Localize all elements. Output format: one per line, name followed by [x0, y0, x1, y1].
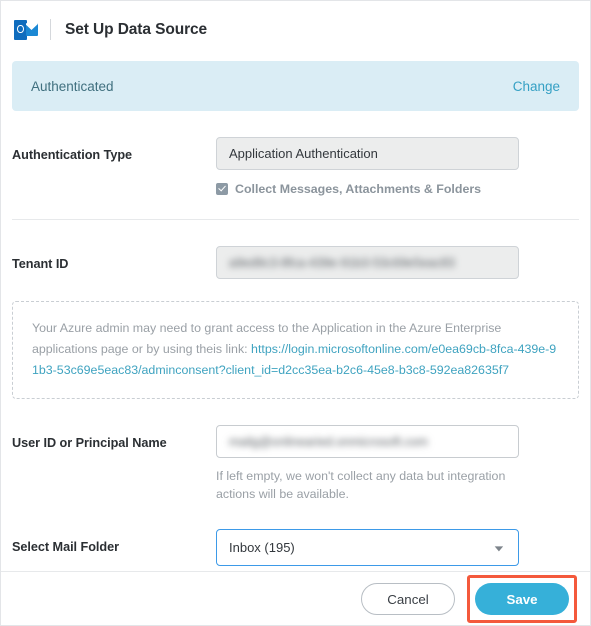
mail-folder-select[interactable]: Inbox (195) ▾: [216, 529, 519, 566]
user-id-input[interactable]: mailg@onlinearied.onmicrosoft.com: [216, 425, 519, 458]
outlook-icon: [14, 18, 38, 42]
tenant-id-value: a9ed9c3-8fca-439e-91b3-53c69e5eac83: [229, 255, 455, 270]
dialog-footer: Cancel Save: [1, 572, 590, 625]
status-badge: Authenticated: [31, 78, 114, 94]
authentication-type-value: Application Authentication: [229, 146, 378, 161]
user-id-helper-text: If left empty, we won't collect any data…: [216, 469, 506, 501]
user-id-row: User ID or Principal Name mailg@onlinear…: [12, 399, 579, 503]
authentication-type-input[interactable]: Application Authentication: [216, 137, 519, 170]
collect-messages-label: Collect Messages, Attachments & Folders: [235, 182, 482, 196]
mail-folder-row: Select Mail Folder Inbox (195) ▾: [12, 503, 579, 566]
set-up-data-source-dialog: Set Up Data Source Authenticated Change …: [0, 0, 591, 626]
mail-folder-value: Inbox (195): [229, 540, 295, 555]
cancel-button[interactable]: Cancel: [361, 583, 455, 615]
authentication-type-row: Authentication Type Application Authenti…: [12, 111, 579, 196]
user-id-value: mailg@onlinearied.onmicrosoft.com: [229, 434, 428, 449]
header-divider: [50, 19, 51, 40]
tenant-id-input[interactable]: a9ed9c3-8fca-439e-91b3-53c69e5eac83: [216, 246, 519, 279]
collect-messages-checkbox-row[interactable]: Collect Messages, Attachments & Folders: [216, 182, 579, 196]
save-button[interactable]: Save: [475, 583, 569, 615]
save-button-highlight: Save: [467, 575, 577, 623]
tenant-id-label: Tenant ID: [12, 257, 69, 271]
form-area: Authentication Type Application Authenti…: [1, 111, 590, 279]
chevron-down-icon[interactable]: ▾: [495, 542, 504, 552]
change-authentication-link[interactable]: Change: [513, 79, 560, 94]
azure-admin-notice: Your Azure admin may need to grant acces…: [12, 301, 579, 399]
checkbox-checked-icon[interactable]: [216, 183, 228, 195]
mail-folder-label: Select Mail Folder: [12, 540, 119, 554]
authentication-status-banner: Authenticated Change: [12, 61, 579, 111]
dialog-header: Set Up Data Source: [1, 1, 590, 43]
tenant-id-row: Tenant ID a9ed9c3-8fca-439e-91b3-53c69e5…: [12, 220, 579, 279]
page-title: Set Up Data Source: [65, 20, 208, 38]
user-id-label: User ID or Principal Name: [12, 436, 167, 450]
authentication-type-label: Authentication Type: [12, 148, 133, 162]
form-area-lower: User ID or Principal Name mailg@onlinear…: [1, 399, 590, 566]
